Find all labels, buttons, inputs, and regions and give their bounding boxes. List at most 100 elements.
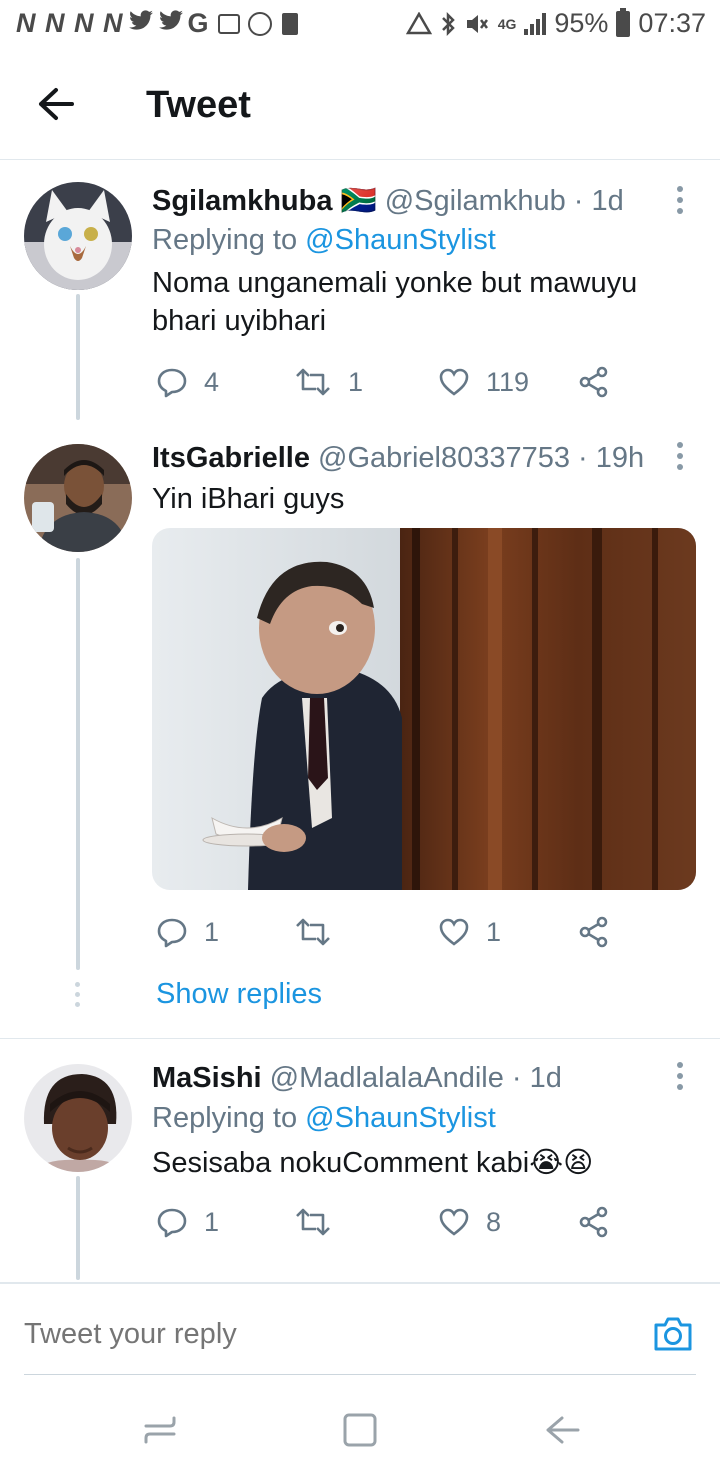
reply-button[interactable]: 1 (156, 1200, 219, 1244)
more-options-button[interactable] (668, 180, 692, 220)
retweet-count: 1 (348, 366, 364, 397)
like-button[interactable]: 119 (438, 360, 529, 404)
user-handle[interactable]: @Sgilamkhub (385, 185, 566, 217)
reply-count: 1 (204, 1206, 220, 1237)
divider (0, 1038, 720, 1039)
retweet-button[interactable] (294, 910, 348, 954)
replying-to-label: Replying to (152, 1102, 298, 1134)
notification-icons: N N N N G (16, 8, 298, 39)
twitter-notification-icon (158, 8, 184, 39)
input-underline (24, 1374, 696, 1375)
camera-button[interactable] (652, 1314, 694, 1354)
bluetooth-icon (441, 11, 455, 36)
display-name[interactable]: ItsGabrielle (152, 442, 310, 474)
replying-to-handle[interactable]: @ShaunStylist (305, 1102, 496, 1134)
data-saver-icon (405, 11, 432, 34)
tweet-actions: 1 8 (152, 1200, 632, 1244)
display-name[interactable]: MaSishi (152, 1062, 262, 1094)
tweet-item[interactable]: Sgilamkhuba 🇿🇦 @Sgilamkhub · 1d Replying… (0, 160, 720, 420)
tweet-text: Yin iBhari guys (152, 483, 345, 515)
reply-button[interactable]: 1 (156, 910, 219, 954)
sync-icon (247, 11, 272, 36)
tweet-header: MaSishi @MadlalalaAndile · 1d (152, 1062, 562, 1095)
user-handle[interactable]: @Gabriel80337753 (318, 442, 570, 474)
heart-icon (439, 368, 469, 396)
tweet-text: Noma unganemali yonke but mawuyu bhari u… (152, 267, 638, 337)
like-count: 8 (486, 1206, 502, 1237)
recents-icon (144, 1416, 176, 1444)
replying-to: Replying to @ShaunStylist (152, 224, 496, 257)
more-options-button[interactable] (668, 1056, 692, 1096)
replying-to: Replying to @ShaunStylist (152, 1102, 496, 1135)
tweet-header: ItsGabrielle @Gabriel80337753 · 19h (152, 442, 644, 475)
replying-to-label: Replying to (152, 224, 298, 256)
mute-icon (466, 14, 488, 33)
twitter-notification-icon (128, 8, 154, 39)
retweet-button[interactable] (294, 1200, 348, 1244)
google-icon: G (187, 8, 210, 38)
like-button[interactable]: 8 (438, 1200, 501, 1244)
tweet-actions: 1 1 (152, 910, 632, 954)
recents-button[interactable] (140, 1410, 180, 1450)
thread-line (76, 558, 80, 970)
share-button[interactable] (578, 360, 610, 404)
reply-icon (157, 918, 187, 948)
retweet-button[interactable]: 1 (294, 360, 363, 404)
tweet-time: · 19h (578, 442, 645, 474)
sd-card-icon (281, 12, 298, 35)
back-nav-button[interactable] (542, 1410, 582, 1450)
tweet-header: Sgilamkhuba 🇿🇦 @Sgilamkhub · 1d (152, 184, 624, 218)
network-type: 4G (497, 15, 517, 32)
thread-line (76, 294, 80, 420)
replying-to-handle[interactable]: @ShaunStylist (305, 224, 496, 256)
status-bar: N N N N G 4G 95% 07:37 (0, 0, 720, 50)
page-title: Tweet (146, 84, 251, 126)
camera-icon (654, 1317, 692, 1351)
show-replies-link[interactable]: Show replies (156, 978, 322, 1011)
share-icon (579, 1206, 608, 1238)
app-header: Tweet (0, 50, 720, 160)
reply-count: 1 (204, 916, 220, 947)
reply-button[interactable]: 4 (156, 360, 219, 404)
reply-icon (157, 368, 187, 398)
share-button[interactable] (578, 1200, 610, 1244)
avatar[interactable] (24, 444, 132, 552)
tweet-actions: 4 1 119 (152, 360, 632, 404)
display-name[interactable]: Sgilamkhuba (152, 185, 333, 217)
signal-icon (524, 12, 547, 35)
system-indicators: 4G 95% 07:37 (405, 7, 706, 39)
home-icon (343, 1413, 377, 1447)
heart-icon (439, 1208, 469, 1236)
back-arrow-icon (39, 88, 74, 120)
like-count: 119 (486, 366, 530, 397)
tweet-text: Sesisaba nokuComment kabi😭😫 (152, 1147, 594, 1179)
like-count: 1 (486, 916, 502, 947)
avatar[interactable] (24, 1064, 132, 1172)
back-nav-icon (546, 1416, 580, 1444)
tweet-time: · 1d (573, 185, 624, 217)
clock: 07:37 (638, 8, 706, 38)
share-button[interactable] (578, 910, 610, 954)
retweet-icon (296, 1208, 330, 1236)
heart-icon (439, 918, 469, 946)
system-nav-bar (0, 1380, 720, 1480)
thread-line (76, 1176, 80, 1280)
battery-icon (616, 7, 631, 37)
user-handle[interactable]: @MadlalalaAndile (270, 1062, 504, 1094)
more-options-button[interactable] (668, 436, 692, 476)
gallery-icon (217, 13, 240, 34)
share-icon (579, 916, 608, 948)
back-button[interactable] (30, 82, 80, 126)
reply-input[interactable] (24, 1318, 584, 1351)
thread-continuation-dots (75, 982, 80, 1007)
battery-percent: 95% (554, 8, 609, 38)
tweet-item[interactable]: ItsGabrielle @Gabriel80337753 · 19h Yin … (0, 420, 720, 1038)
tweet-media-image[interactable] (152, 528, 696, 890)
tweet-item[interactable]: MaSishi @MadlalalaAndile · 1d Replying t… (0, 1040, 720, 1280)
notification-n-icons: N N N N (16, 8, 124, 38)
home-button[interactable] (340, 1410, 380, 1450)
like-button[interactable]: 1 (438, 910, 501, 954)
avatar[interactable] (24, 182, 132, 290)
reply-count: 4 (204, 366, 220, 397)
retweet-icon (296, 918, 330, 946)
